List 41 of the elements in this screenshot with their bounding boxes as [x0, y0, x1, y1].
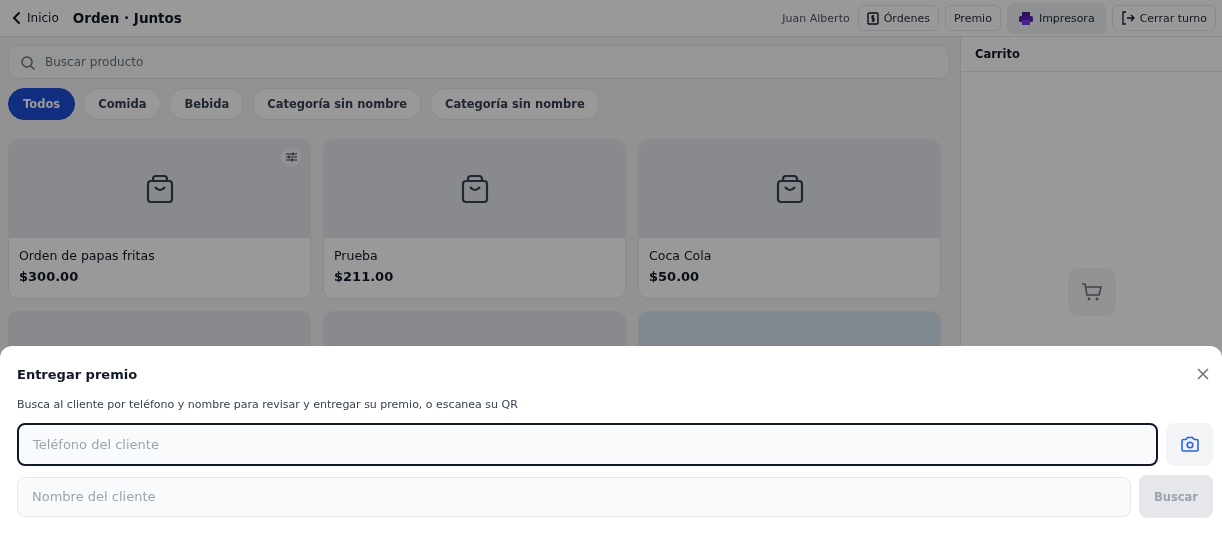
search-icon: [20, 55, 36, 71]
product-name: Coca Cola: [649, 248, 713, 263]
page-title: Orden · Juntos: [72, 10, 182, 26]
product-price: $50.00: [649, 269, 701, 284]
category-chip[interactable]: Comida: [83, 88, 162, 120]
header-button[interactable]: Premio: [944, 5, 1001, 31]
printer-icon: [1017, 10, 1034, 26]
search-field[interactable]: Buscar producto: [8, 45, 950, 79]
sliders-icon: [285, 152, 297, 162]
product-price: $300.00: [19, 269, 80, 284]
shopping-bag-icon: [460, 174, 489, 204]
category-chip[interactable]: Todos: [8, 88, 76, 120]
dollar-document-icon: [866, 11, 879, 25]
close-icon: [1197, 368, 1209, 380]
product-card[interactable]: Coca Cola $50.00: [638, 139, 941, 299]
shopping-bag-icon: [145, 174, 174, 204]
product-name: Orden de papas fritas: [19, 248, 156, 263]
name-field[interactable]: Nombre del cliente: [17, 476, 1131, 517]
header-button[interactable]: Impresora: [1006, 2, 1106, 34]
product-card[interactable]: Orden de papas fritas $300.00: [8, 139, 311, 299]
back-link[interactable]: Inicio: [8, 11, 63, 25]
product-card[interactable]: Prueba $211.00: [323, 139, 626, 299]
header-button[interactable]: Cerrar turno: [1111, 5, 1216, 31]
camera-button[interactable]: [1166, 423, 1213, 466]
product-name: Prueba: [334, 248, 379, 263]
category-chip[interactable]: Categoría sin nombre: [429, 88, 600, 120]
cart-title: Carrito: [975, 47, 1020, 61]
logout-icon: [1120, 11, 1135, 25]
product-price: $211.00: [334, 269, 395, 284]
shopping-bag-icon: [775, 174, 804, 204]
options-button[interactable]: [281, 147, 301, 167]
category-chip[interactable]: Bebida: [169, 88, 245, 120]
header-button[interactable]: Órdenes: [857, 5, 939, 31]
user-name: Juan Alberto: [782, 11, 850, 25]
dialog-description: Busca al cliente por teléfono y nombre para revisar y entregar su premio, o escanea su QR: [17, 398, 519, 411]
camera-icon: [1179, 436, 1200, 453]
dialog-title: Entregar premio: [17, 366, 138, 382]
back-icon: [12, 11, 22, 25]
phone-field[interactable]: Teléfono del cliente: [17, 423, 1158, 466]
cart-icon: [1067, 268, 1116, 316]
category-chip[interactable]: Categoría sin nombre: [252, 88, 422, 120]
